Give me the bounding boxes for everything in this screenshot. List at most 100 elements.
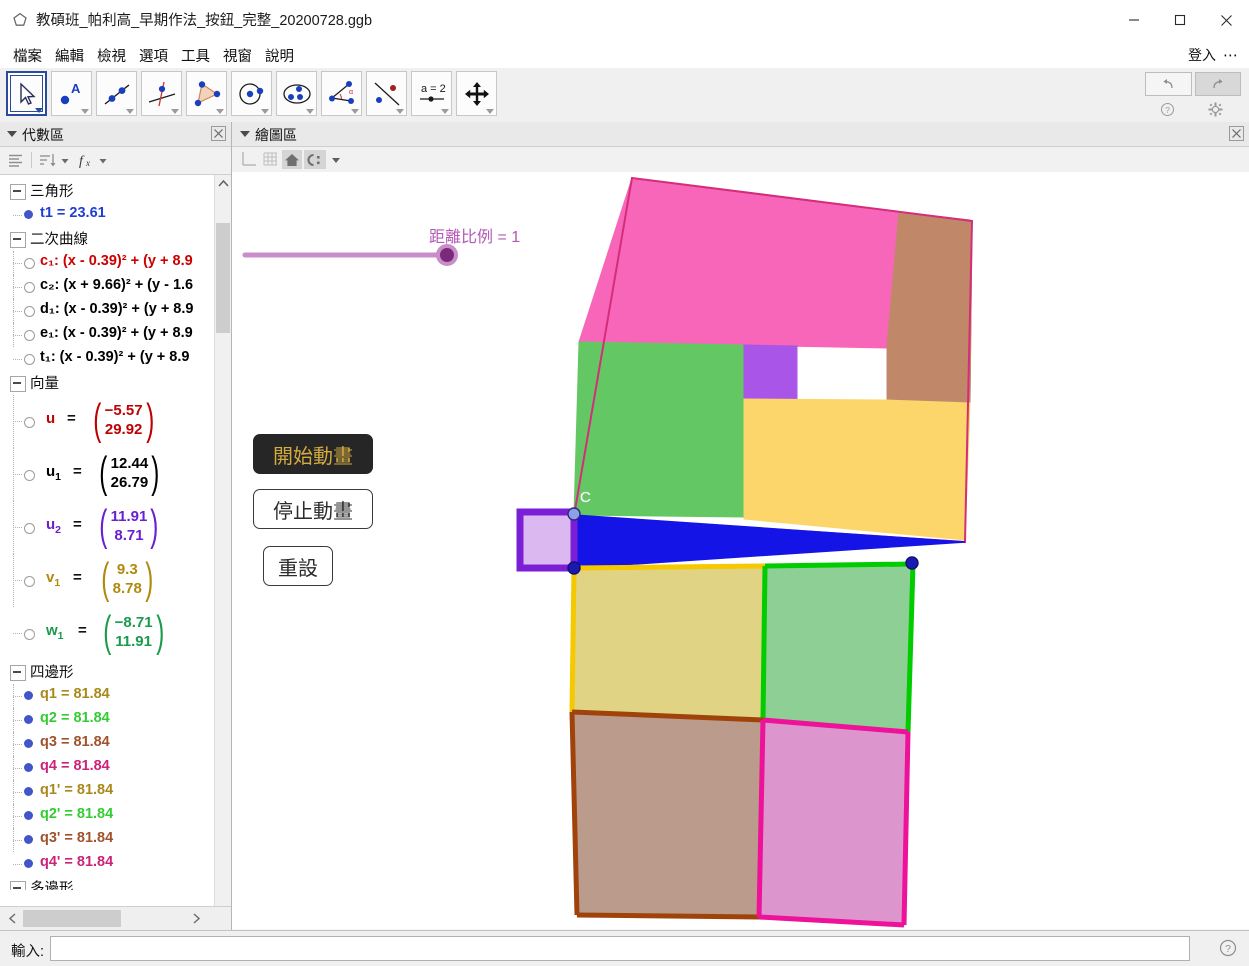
algebra-item-c1[interactable]: c₁: (x - 0.39)² + (y + 8.9: [0, 251, 215, 275]
visibility-toggle[interactable]: [24, 763, 33, 772]
visibility-toggle[interactable]: [24, 739, 33, 748]
menu-help[interactable]: 說明: [260, 43, 299, 68]
visibility-toggle[interactable]: [24, 691, 33, 700]
collapse-minus-icon[interactable]: [10, 881, 26, 890]
chevron-down-icon[interactable]: [306, 109, 314, 114]
algebra-item-vector-u[interactable]: u = ( −5.57 29.92 ): [0, 395, 215, 448]
algebra-item-vector-u2[interactable]: u2 = ( 11.91 8.71 ): [0, 501, 215, 554]
graphics-close-icon[interactable]: [1229, 126, 1244, 141]
collapse-minus-icon[interactable]: [10, 184, 26, 200]
algebra-group-conic[interactable]: 二次曲線: [0, 227, 215, 251]
algebra-group-polygon-clipped[interactable]: 多邊形: [0, 876, 215, 890]
input-field[interactable]: [51, 937, 1189, 960]
algebra-description-icon[interactable]: [6, 151, 25, 170]
collapse-caret-icon[interactable]: [7, 131, 17, 137]
algebra-group-quadrilateral[interactable]: 四邊形: [0, 660, 215, 684]
sort-dropdown-caret-icon[interactable]: [59, 151, 71, 170]
algebra-item-q4-prime[interactable]: q4' = 81.84: [0, 852, 215, 876]
visibility-toggle[interactable]: [24, 282, 35, 293]
h-scroll-thumb[interactable]: [23, 910, 121, 927]
slider-tool[interactable]: a = 2: [411, 71, 452, 116]
snap-point-icon[interactable]: [304, 150, 326, 169]
minimize-button[interactable]: [1111, 0, 1157, 40]
algebra-item-t1[interactable]: t1 = 23.61: [0, 203, 215, 227]
collapse-minus-icon[interactable]: [10, 665, 26, 681]
menu-window[interactable]: 視窗: [218, 43, 257, 68]
function-dropdown-caret-icon[interactable]: [97, 151, 109, 170]
stop-animation-button[interactable]: 停止動畫: [253, 489, 373, 529]
chevron-down-icon[interactable]: [81, 109, 89, 114]
menu-options[interactable]: 選項: [134, 43, 173, 68]
algebra-item-q2-prime[interactable]: q2' = 81.84: [0, 804, 215, 828]
algebra-item-vector-w1[interactable]: w1 = ( −8.71 11.91 ): [0, 607, 215, 660]
collapse-minus-icon[interactable]: [10, 232, 26, 248]
visibility-toggle[interactable]: [24, 576, 35, 587]
collapse-caret-icon[interactable]: [240, 131, 250, 137]
scroll-up-arrow-icon[interactable]: [215, 175, 231, 192]
chevron-down-icon[interactable]: [441, 109, 449, 114]
algebra-sort-icon[interactable]: [38, 151, 57, 170]
move-graphics-tool[interactable]: [456, 71, 497, 116]
algebra-item-q1-prime[interactable]: q1' = 81.84: [0, 780, 215, 804]
axes-icon[interactable]: [238, 150, 258, 169]
algebra-item-q1[interactable]: q1 = 81.84: [0, 684, 215, 708]
perpendicular-line-tool[interactable]: [141, 71, 182, 116]
undo-button[interactable]: [1145, 72, 1192, 96]
point-tool[interactable]: A: [51, 71, 92, 116]
sign-in-link[interactable]: 登入: [1188, 45, 1216, 65]
algebra-item-e1[interactable]: e₁: (x - 0.39)² + (y + 8.9: [0, 323, 215, 347]
circle-tool[interactable]: [231, 71, 272, 116]
algebra-group-triangle[interactable]: 三角形: [0, 179, 215, 203]
scroll-thumb[interactable]: [216, 223, 230, 333]
visibility-toggle[interactable]: [24, 835, 33, 844]
algebra-close-icon[interactable]: [211, 126, 226, 141]
visibility-toggle[interactable]: [24, 258, 35, 269]
algebra-item-q2[interactable]: q2 = 81.84: [0, 708, 215, 732]
chevron-down-icon[interactable]: [171, 109, 179, 114]
chevron-down-icon[interactable]: [35, 108, 43, 113]
geometry-figure[interactable]: C: [232, 172, 1249, 929]
angle-tool[interactable]: α: [321, 71, 362, 116]
algebra-group-vector[interactable]: 向量: [0, 371, 215, 395]
menu-file[interactable]: 檔案: [8, 43, 47, 68]
chevron-down-icon[interactable]: [261, 109, 269, 114]
algebra-item-vector-u1[interactable]: u1 = ( 12.44 26.79 ): [0, 448, 215, 501]
more-options-icon[interactable]: ⋯: [1223, 46, 1239, 64]
settings-gear-icon[interactable]: [1193, 99, 1238, 119]
help-icon[interactable]: ?: [1145, 99, 1190, 119]
grid-icon[interactable]: [260, 150, 280, 169]
algebra-item-q4[interactable]: q4 = 81.84: [0, 756, 215, 780]
visibility-toggle[interactable]: [24, 787, 33, 796]
algebra-item-vector-v1[interactable]: v1 = ( 9.3 8.78 ): [0, 554, 215, 607]
reset-button[interactable]: 重設: [263, 546, 333, 586]
input-field-wrapper[interactable]: [50, 936, 1190, 961]
algebra-item-t1conic[interactable]: t₁: (x - 0.39)² + (y + 8.9: [0, 347, 215, 371]
graphics-dropdown-caret-icon[interactable]: [328, 150, 344, 169]
close-button[interactable]: [1203, 0, 1249, 40]
visibility-toggle[interactable]: [24, 811, 33, 820]
scroll-right-arrow-icon[interactable]: [186, 908, 207, 929]
algebra-item-q3[interactable]: q3 = 81.84: [0, 732, 215, 756]
home-icon[interactable]: [282, 150, 302, 169]
chevron-down-icon[interactable]: [486, 109, 494, 114]
algebra-horizontal-scrollbar[interactable]: [0, 906, 231, 930]
scroll-left-arrow-icon[interactable]: [2, 908, 23, 929]
chevron-down-icon[interactable]: [216, 109, 224, 114]
line-tool[interactable]: [96, 71, 137, 116]
polygon-tool[interactable]: [186, 71, 227, 116]
algebra-vertical-scrollbar[interactable]: [214, 175, 231, 928]
visibility-toggle[interactable]: [24, 417, 35, 428]
reflect-tool[interactable]: [366, 71, 407, 116]
visibility-toggle[interactable]: [24, 306, 35, 317]
collapse-minus-icon[interactable]: [10, 376, 26, 392]
menu-edit[interactable]: 編輯: [50, 43, 89, 68]
visibility-toggle[interactable]: [24, 629, 35, 640]
algebra-item-c2[interactable]: c₂: (x + 9.66)² + (y - 1.6: [0, 275, 215, 299]
graphics-canvas[interactable]: C 距離比例 = 1 開始動畫 停止動畫 重設: [232, 172, 1249, 929]
visibility-toggle[interactable]: [24, 523, 35, 534]
visibility-toggle[interactable]: [24, 715, 33, 724]
move-tool[interactable]: [6, 71, 47, 116]
redo-button[interactable]: [1194, 72, 1241, 96]
algebra-item-d1[interactable]: d₁: (x - 0.39)² + (y + 8.9: [0, 299, 215, 323]
algebra-item-q3-prime[interactable]: q3' = 81.84: [0, 828, 215, 852]
